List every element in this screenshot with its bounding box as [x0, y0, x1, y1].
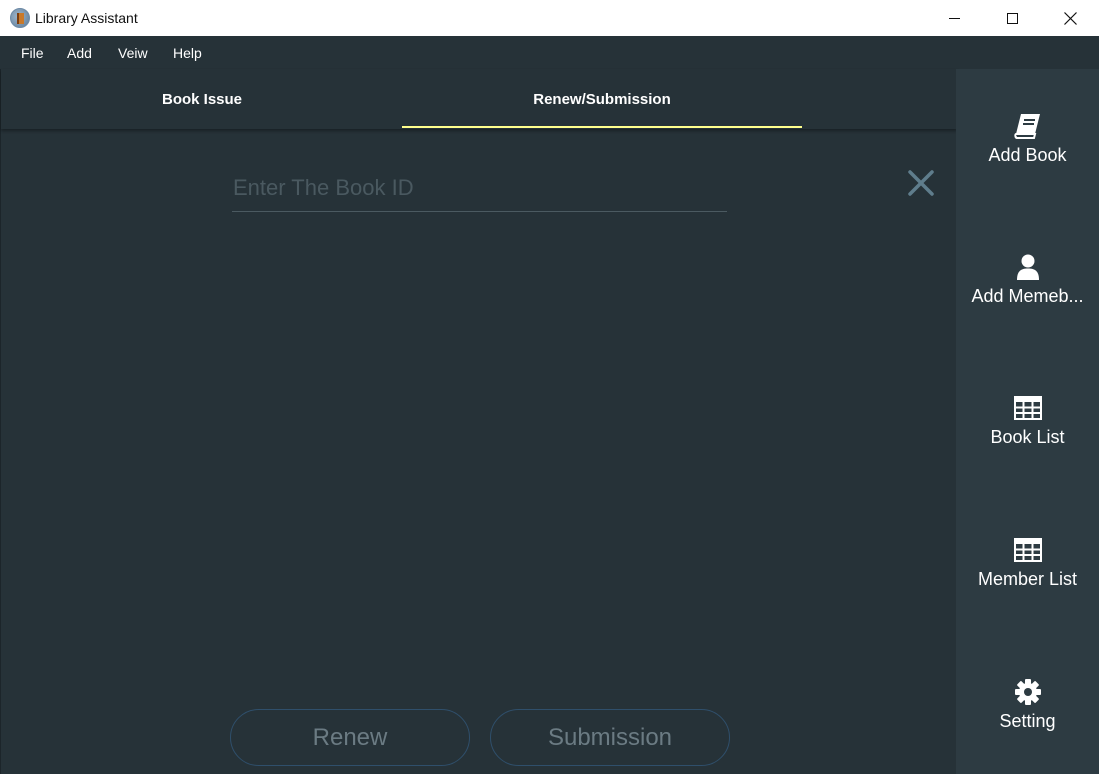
minimize-button[interactable]: [925, 0, 983, 36]
sidebar-item-add-book[interactable]: Add Book: [956, 78, 1099, 198]
table-icon: [1013, 393, 1043, 423]
renew-button[interactable]: Renew: [230, 709, 470, 766]
close-button[interactable]: [1041, 0, 1099, 36]
active-tab-indicator: [402, 126, 802, 128]
close-icon: [1063, 11, 1077, 25]
menu-add[interactable]: Add: [67, 45, 92, 61]
sidebar-item-label: Setting: [999, 710, 1056, 731]
sidebar-item-setting[interactable]: Setting: [956, 644, 1099, 764]
tab-book-issue[interactable]: Book Issue: [2, 69, 402, 129]
maximize-icon: [1006, 12, 1018, 24]
app-icon: [10, 8, 30, 28]
menu-file[interactable]: File: [21, 45, 44, 61]
sidebar-item-label: Add Book: [988, 144, 1067, 165]
book-icon: [1013, 111, 1043, 141]
title-bar: Library Assistant: [0, 0, 1099, 36]
clear-button[interactable]: [904, 166, 938, 200]
window-title: Library Assistant: [35, 10, 138, 26]
sidebar-item-label: Add Memeb...: [971, 285, 1084, 306]
tab-bar: Book Issue Renew/Submission: [1, 69, 957, 129]
tab-renew-submission[interactable]: Renew/Submission: [402, 69, 802, 129]
sidebar-item-label: Book List: [990, 426, 1065, 447]
sidebar-item-add-member[interactable]: Add Memeb...: [956, 219, 1099, 339]
book-id-input[interactable]: [232, 165, 727, 212]
maximize-button[interactable]: [983, 0, 1041, 36]
sidebar-item-book-list[interactable]: Book List: [956, 360, 1099, 480]
close-icon: [908, 170, 934, 196]
sidebar-item-member-list[interactable]: Member List: [956, 502, 1099, 622]
sidebar-item-label: Member List: [977, 568, 1078, 589]
main-panel: Book Issue Renew/Submission Renew Submis…: [0, 69, 957, 774]
gear-icon: [1013, 677, 1043, 707]
submission-button[interactable]: Submission: [490, 709, 730, 766]
sidebar: Add Book Add Memeb... Book List Member L…: [956, 69, 1099, 774]
user-icon: [1013, 252, 1043, 282]
menu-view[interactable]: Veiw: [118, 45, 148, 61]
minimize-icon: [948, 17, 960, 19]
menu-bar: File Add Veiw Help: [0, 36, 1099, 69]
menu-help[interactable]: Help: [173, 45, 202, 61]
table-icon: [1013, 535, 1043, 565]
